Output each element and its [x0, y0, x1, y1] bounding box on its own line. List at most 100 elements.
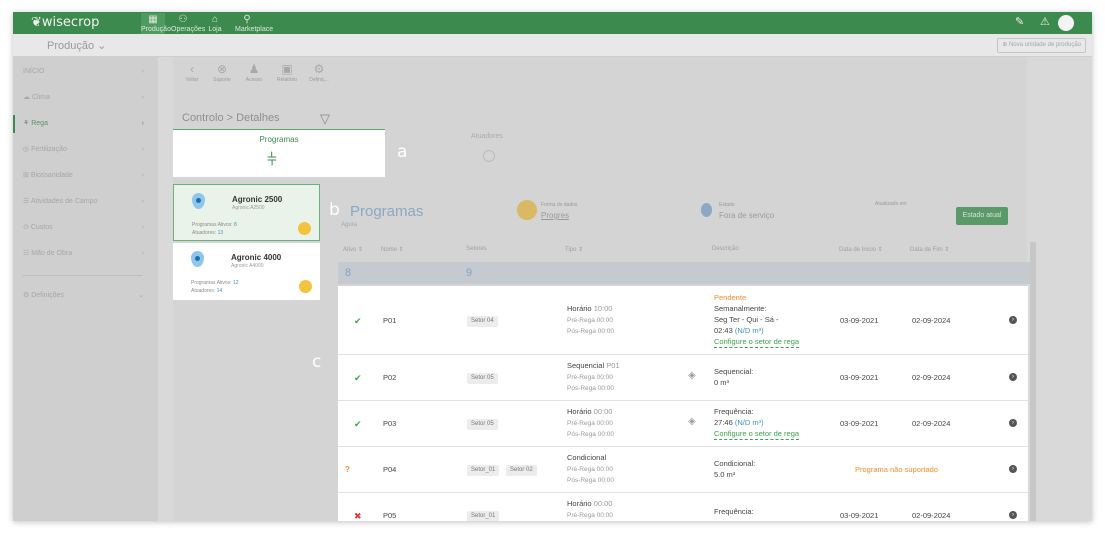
breadcrumb-root[interactable]: Controlo	[182, 112, 224, 124]
actuators-count: Atuadores: 13	[192, 230, 223, 236]
controller-model: Agronic A4000	[231, 263, 264, 269]
nav-shop[interactable]: ⌂ Loja	[203, 13, 227, 34]
start-date: 03-09-2021	[840, 316, 879, 325]
filter-icon[interactable]: ▽	[320, 111, 330, 127]
controller-name: Agronic 4000	[231, 253, 282, 262]
top-navigation-bar: ❦wisecrop ▦ Produção ⚇ Operações ⌂ Loja ⚲ Ma…	[13, 12, 1092, 34]
end-date: 02-09-2024	[912, 316, 951, 325]
report-label: Relatório	[276, 77, 297, 83]
sector-tag: Setor 02	[506, 465, 537, 476]
controller-card[interactable]: Agronic 4000 Agronic A4000 Programas Ati…	[173, 243, 320, 300]
sidebar-item-rega[interactable]: ⚘ Rega ›	[13, 111, 158, 137]
sidebar-item-definicoes[interactable]: ⚙ Definições ⌄	[13, 283, 158, 309]
header-data-fim[interactable]: Data de Fim ⇕	[910, 246, 949, 253]
tab-programas[interactable]: Programas ⫩	[173, 129, 385, 177]
table-row[interactable]: ✖ P05 Setor_01 Horário 00:00 Pré-Rega 00…	[338, 493, 1028, 521]
sidebar-item-inicio[interactable]: INÍCIO ›	[13, 59, 158, 85]
check-icon: ✔	[354, 316, 362, 326]
header-ativo[interactable]: Ativo ⇕	[343, 246, 363, 253]
breadcrumb-current: Detalhes	[236, 112, 280, 124]
post-irrigation: Pós-Rega 00:00	[567, 431, 614, 438]
chevron-left-icon: ‹	[190, 62, 194, 76]
new-unit-button[interactable]: ⊕ Nova unidade de produção	[997, 38, 1086, 53]
nav-marketplace[interactable]: ⚲ Marketplace	[235, 13, 273, 34]
header-data-inicio[interactable]: Data de Início ⇕	[839, 246, 883, 253]
active-total: 8	[345, 267, 352, 279]
scrollbar[interactable]	[1030, 242, 1036, 521]
sidebar-item-atividades[interactable]: ☰ Atividades de Campo ›	[13, 189, 158, 215]
sector-tag: Setor_01	[467, 511, 500, 521]
volume-value: (N/D m³)	[734, 326, 764, 335]
sensor-icon: ◈	[688, 370, 696, 381]
programs-subtitle: Agora	[341, 222, 358, 228]
leaf-icon: ❦	[31, 15, 42, 30]
nav-operations[interactable]: ⚇ Operações	[171, 13, 205, 34]
actuators-label: Atuadores:	[192, 230, 217, 236]
tab-programas-label: Programas	[259, 135, 299, 144]
sensor-icon: ◈	[688, 416, 696, 427]
edit-icon[interactable]: ✎	[1015, 15, 1024, 28]
chevron-right-icon[interactable]: ›	[1009, 511, 1017, 519]
chevron-right-icon[interactable]: ›	[1009, 465, 1017, 473]
report-button[interactable]: ▣ Relatório	[275, 61, 299, 83]
programs-value: 12	[232, 280, 239, 286]
production-bar: Produção ⌄ ⊕ Nova unidade de produção	[13, 34, 1092, 57]
nav-production[interactable]: ▦ Produção	[141, 13, 171, 34]
tab-atuadores[interactable]: Atuadores	[471, 133, 503, 140]
sidebar-item-clima[interactable]: ☁ Clima ›	[13, 85, 158, 111]
gear-icon: ⚙	[313, 62, 325, 76]
user-icon: ♟	[248, 62, 260, 76]
sidebar-item-custos[interactable]: ⊙ Custos ›	[13, 215, 158, 241]
type-label: Horário	[567, 407, 592, 416]
chevron-down-icon: ⌄	[138, 292, 144, 299]
annotation-b: b	[329, 200, 340, 220]
chevron-right-icon[interactable]: ›	[1009, 419, 1017, 427]
table-row[interactable]: ✔ P03 Setor 05 Horário 00:00 Pré-Rega 00…	[338, 401, 1028, 447]
support-icon: ⊗	[216, 62, 228, 76]
production-selector[interactable]: Produção ⌄	[47, 39, 106, 52]
end-date: 02-09-2024	[912, 419, 951, 428]
sidebar-item-biossanidade[interactable]: ⊞ Biossanidade ›	[13, 163, 158, 189]
error-icon: ✖	[354, 511, 362, 521]
sidebar-item-mao-de-obra[interactable]: ☷ Mão de Obra ›	[13, 241, 158, 267]
sidebar-item-fertilizacao[interactable]: ◎ Fertilização ›	[13, 137, 158, 163]
support-button[interactable]: ⊗ Suporte	[210, 61, 234, 83]
table-row[interactable]: ✔ P01 Setor 04 Horário 10:00 Pré-Rega 00…	[338, 286, 1028, 355]
breadcrumb: Controlo > Detalhes	[182, 112, 280, 124]
current-state-button[interactable]: Estado atual	[956, 207, 1008, 225]
sidebar-item-label: Definições	[31, 292, 64, 299]
program-name: P03	[383, 419, 397, 428]
description-line: Condicional:	[714, 459, 756, 468]
configure-sector-link[interactable]: Configure o setor de rega	[714, 429, 800, 440]
settings-label: Definiç...	[309, 77, 329, 83]
description-line: 02:43 (N/D m³)	[714, 326, 764, 336]
sidebar-divider	[23, 275, 143, 276]
chevron-right-icon[interactable]: ›	[1009, 373, 1017, 381]
configure-sector-link[interactable]: Configure o setor de rega	[714, 337, 800, 348]
header-nome[interactable]: Nome ⇕	[381, 246, 404, 253]
pending-status: Pendente	[714, 293, 747, 302]
sidebar-item-label: Atividades de Campo	[30, 198, 98, 205]
user-avatar[interactable]	[1058, 15, 1074, 31]
program-name: P01	[383, 316, 397, 325]
question-icon: ?	[345, 465, 350, 474]
mode-value[interactable]: Progres	[541, 211, 569, 220]
back-button[interactable]: ‹ Voltar	[180, 61, 204, 83]
table-row[interactable]: ✔ P02 Setor 05 Sequencial P01 Pré-Rega 0…	[338, 355, 1028, 401]
chevron-right-icon: ›	[141, 120, 144, 127]
brand-logo[interactable]: ❦wisecrop	[31, 15, 99, 30]
controller-name: Agronic 2500	[232, 195, 283, 204]
sidebar: INÍCIO › ☁ Clima › ⚘ Rega › ◎ Fertilização ›…	[13, 57, 158, 521]
programs-table: ✔ P01 Setor 04 Horário 10:00 Pré-Rega 00…	[338, 286, 1028, 521]
chevron-right-icon[interactable]: ›	[1009, 316, 1017, 324]
type-value: P01	[606, 361, 620, 370]
alert-icon[interactable]: ⚠	[1040, 15, 1050, 28]
table-row[interactable]: ? P04 Setor_01 Setor 02 Condicional Pré-…	[338, 447, 1028, 493]
description-line: Semanalmente:	[714, 304, 767, 313]
sidebar-item-label: INÍCIO	[23, 68, 45, 75]
access-button[interactable]: ♟ Acesso	[242, 61, 266, 83]
sidebar-item-label: Rega	[31, 120, 48, 127]
settings-button[interactable]: ⚙ Definiç...	[307, 61, 331, 83]
header-tipo[interactable]: Tipo ⇕	[565, 246, 583, 253]
controller-card[interactable]: Agronic 2500 Agronic A2500 Programas Ati…	[173, 184, 320, 241]
